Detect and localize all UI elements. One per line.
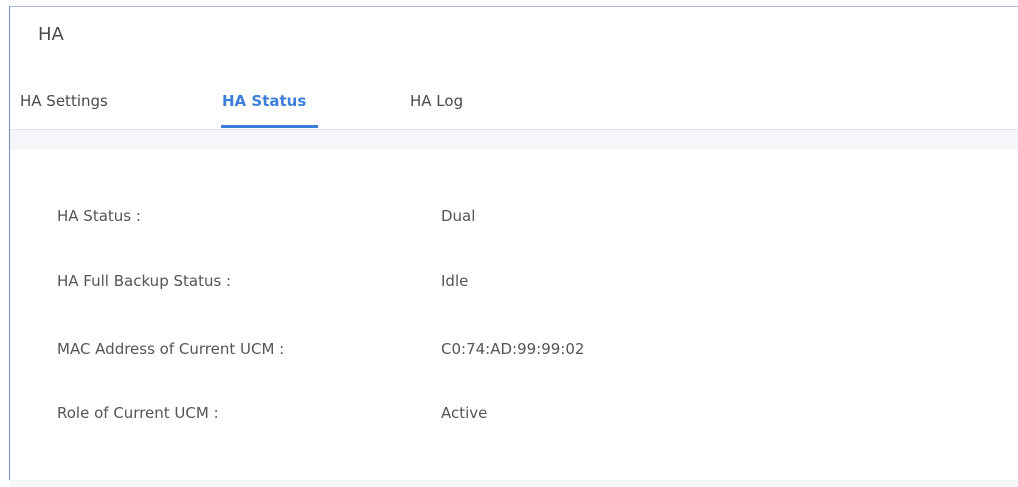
status-row-ha-status: HA Status : Dual — [10, 207, 1018, 231]
status-row-full-backup: HA Full Backup Status : Idle — [10, 272, 1018, 296]
page-title: HA — [38, 24, 64, 45]
mac-address-value: C0:74:AD:99:99:02 — [441, 340, 585, 358]
tab-ha-log[interactable]: HA Log — [410, 92, 463, 110]
role-label: Role of Current UCM : — [57, 404, 219, 422]
tab-ha-status[interactable]: HA Status — [222, 92, 306, 110]
tab-ha-settings[interactable]: HA Settings — [20, 92, 108, 110]
status-row-role: Role of Current UCM : Active — [10, 404, 1018, 428]
full-backup-status-label: HA Full Backup Status : — [57, 272, 232, 290]
mac-address-label: MAC Address of Current UCM : — [57, 340, 285, 358]
ha-status-label: HA Status : — [57, 207, 141, 225]
tab-bar: HA Settings HA Status HA Log — [10, 75, 1018, 130]
role-value: Active — [441, 404, 488, 422]
section-divider — [10, 130, 1018, 150]
status-row-mac-address: MAC Address of Current UCM : C0:74:AD:99… — [10, 340, 1018, 364]
ha-panel: HA HA Settings HA Status HA Log HA Statu… — [9, 6, 1018, 487]
ha-status-content: HA Status : Dual HA Full Backup Status :… — [10, 150, 1018, 480]
ha-status-value: Dual — [441, 207, 476, 225]
full-backup-status-value: Idle — [441, 272, 469, 290]
active-tab-indicator — [221, 125, 318, 128]
